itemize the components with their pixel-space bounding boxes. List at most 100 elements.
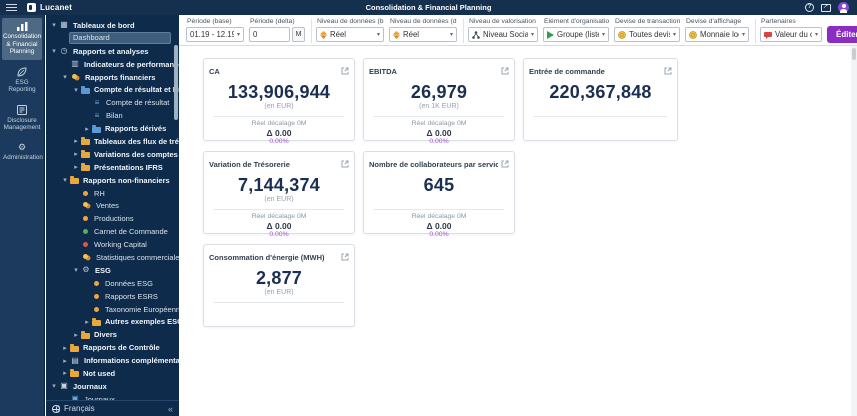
- tree-item-productions[interactable]: Productions: [46, 212, 179, 225]
- tree-item-rapports-financiers[interactable]: ▾ Rapports financiers: [46, 71, 179, 84]
- coins-icon: [83, 202, 88, 208]
- tree-item-rapports-et-analyses[interactable]: ▾ Rapports et analyses: [46, 45, 179, 58]
- gear-icon: [81, 266, 91, 274]
- language-label[interactable]: Français: [64, 404, 95, 413]
- periode-delta-input[interactable]: 0: [249, 27, 290, 42]
- tree-item-indicateurs-de-performance[interactable]: Indicateurs de performance: [46, 58, 179, 71]
- divider: [374, 116, 504, 117]
- tree-item-journaux[interactable]: ▾ Journaux: [46, 380, 179, 393]
- chevron-down-icon[interactable]: ▾: [50, 382, 58, 390]
- chevron-down-icon[interactable]: ▾: [50, 21, 58, 29]
- chevron-right-icon[interactable]: ▸: [72, 163, 80, 171]
- chevron-right-icon[interactable]: ▸: [72, 137, 80, 145]
- tree-item-esg[interactable]: ▾ ESG: [46, 264, 179, 277]
- chevron-right-icon[interactable]: ▸: [61, 344, 69, 352]
- filter-organisation: Élément d'organisation Groupe (liste) ▾: [543, 17, 609, 42]
- nav-tree: ▾ Tableaux de bord Dashboard ▾ Rapports et a…: [46, 19, 179, 406]
- tree-item-tableaux-des-flux-de-tr-sore[interactable]: ▸ Tableaux des flux de trésore...: [46, 135, 179, 148]
- kpi-delta: Δ 0.00: [426, 221, 452, 231]
- open-report-icon[interactable]: [341, 155, 349, 173]
- main-scrollbar[interactable]: [851, 46, 857, 416]
- kpi-unit: (en EUR): [264, 289, 294, 296]
- tree-item-rapports-d-riv-s[interactable]: ▸ Rapports dérivés: [46, 122, 179, 135]
- devise-affichage-select[interactable]: Monnaie loc... ▾: [685, 27, 749, 42]
- open-report-icon[interactable]: [501, 62, 509, 80]
- chevron-right-icon[interactable]: ▸: [83, 318, 91, 326]
- partner-icon: [764, 31, 772, 39]
- tree-item-dashboard[interactable]: Dashboard: [46, 32, 179, 45]
- divider: [214, 302, 344, 303]
- valorisation-select[interactable]: Niveau Social ▾: [468, 27, 538, 42]
- tree-item-rapports-de-contr-le[interactable]: ▸ Rapports de Contrôle: [46, 341, 179, 354]
- open-window-icon[interactable]: [821, 3, 831, 12]
- chevron-right-icon[interactable]: ▸: [72, 331, 80, 339]
- leaf-icon: [17, 66, 27, 77]
- chevron-down-icon[interactable]: ▾: [72, 86, 80, 94]
- divider: [534, 116, 667, 117]
- rail-item-administration[interactable]: ⚙ Administration: [2, 139, 43, 166]
- rail-item-esg-reporting[interactable]: ESG Reporting: [2, 63, 42, 98]
- info-doc-icon: [70, 357, 80, 365]
- tree-item-ventes[interactable]: Ventes: [46, 199, 179, 212]
- open-report-icon[interactable]: [664, 62, 672, 80]
- tree-item-informations-compl-mentaires[interactable]: ▸ Informations complémentaires: [46, 354, 179, 367]
- chevron-down-icon: ▾: [530, 32, 534, 38]
- periode-base-select[interactable]: 01.19 - 12.19 ▾: [186, 27, 244, 42]
- open-report-icon[interactable]: [341, 248, 349, 266]
- dashboard-icon: [59, 21, 69, 29]
- tree-item-not-used[interactable]: ▸ Not used: [46, 367, 179, 380]
- filter-partenaires: Partenaires Valeur du co... ▾: [760, 17, 822, 42]
- tree-item-statistiques-commerciales[interactable]: Statistiques commerciales: [46, 251, 179, 264]
- tree-item-taxonomie-europ-enne[interactable]: Taxonomie Européenne: [46, 303, 179, 316]
- tree-item-autres-exemples-esg[interactable]: ▸ Autres exemples ESG: [46, 315, 179, 328]
- tree-item-donn-es-esg[interactable]: Données ESG: [46, 277, 179, 290]
- chevron-down-icon[interactable]: ▾: [61, 73, 69, 81]
- user-avatar[interactable]: [838, 2, 849, 13]
- rail-item-consolidation[interactable]: Consolidation & Financial Planning: [2, 18, 42, 60]
- chevron-right-icon[interactable]: ▸: [83, 125, 91, 133]
- tree-item-label: Tableaux de bord: [73, 20, 135, 30]
- tree-item-label: Indicateurs de performance: [84, 59, 179, 69]
- chevron-right-icon[interactable]: ▸: [61, 369, 69, 377]
- filter-periode-delta: Période (delta) 0 M: [249, 17, 305, 42]
- open-report-icon[interactable]: [341, 62, 349, 80]
- partenaires-select[interactable]: Valeur du co... ▾: [760, 27, 822, 42]
- kpi-value: 133,906,944: [227, 82, 331, 102]
- tree-item-divers[interactable]: ▸ Divers: [46, 328, 179, 341]
- edit-button[interactable]: Éditer: [827, 26, 857, 43]
- filter-separator: [463, 19, 464, 43]
- tree-item-compte-de-r-sultat[interactable]: Compte de résultat: [46, 96, 179, 109]
- reports-icon: [59, 47, 69, 55]
- tree-item-rapports-esrs[interactable]: Rapports ESRS: [46, 290, 179, 303]
- tree-item-rh[interactable]: RH: [46, 187, 179, 200]
- data-level-base-select[interactable]: Réel ▾: [316, 27, 384, 42]
- tree-item-compte-de-r-sultat-et-bilan[interactable]: ▾ Compte de résultat et Bilan: [46, 83, 179, 96]
- rail-item-disclosure[interactable]: Disclosure Management: [2, 101, 42, 136]
- tree-item-carnet-de-commande[interactable]: Carnet de Commande: [46, 225, 179, 238]
- tree-item-rapports-non-financiers[interactable]: ▾ Rapports non-financiers: [46, 174, 179, 187]
- tree-item-label: Variations des comptes de...: [94, 149, 179, 159]
- filter-periode-base: Période (base) 01.19 - 12.19 ▾: [186, 17, 244, 42]
- tree-item-tableaux-de-bord[interactable]: ▾ Tableaux de bord: [46, 19, 179, 32]
- tree-item-working-capital[interactable]: Working Capital: [46, 238, 179, 251]
- delta-unit-button[interactable]: M: [292, 27, 305, 42]
- tree-item-label: Présentations IFRS: [94, 162, 163, 172]
- chevron-down-icon[interactable]: ▾: [72, 266, 80, 274]
- chevron-right-icon[interactable]: ▸: [72, 150, 80, 158]
- kpi-value: 645: [423, 175, 455, 195]
- divider: [214, 116, 344, 117]
- tree-scrollbar[interactable]: [174, 45, 178, 120]
- organisation-select[interactable]: Groupe (liste) ▾: [543, 27, 609, 42]
- dot-orange-icon: [94, 293, 99, 299]
- chevron-right-icon[interactable]: ▸: [61, 357, 69, 365]
- collapse-sidebar-icon[interactable]: «: [168, 404, 173, 414]
- tree-item-pr-sentations-ifrs[interactable]: ▸ Présentations IFRS: [46, 161, 179, 174]
- chevron-down-icon[interactable]: ▾: [61, 176, 69, 184]
- chevron-down-icon[interactable]: ▾: [50, 47, 58, 55]
- data-level-delta-select[interactable]: Réel ▾: [389, 27, 457, 42]
- tree-item-variations-des-comptes-de[interactable]: ▸ Variations des comptes de...: [46, 148, 179, 161]
- divider: [374, 209, 504, 210]
- open-report-icon[interactable]: [501, 155, 509, 173]
- tree-item-bilan[interactable]: Bilan: [46, 109, 179, 122]
- devise-transaction-select[interactable]: Toutes devis... ▾: [614, 27, 680, 42]
